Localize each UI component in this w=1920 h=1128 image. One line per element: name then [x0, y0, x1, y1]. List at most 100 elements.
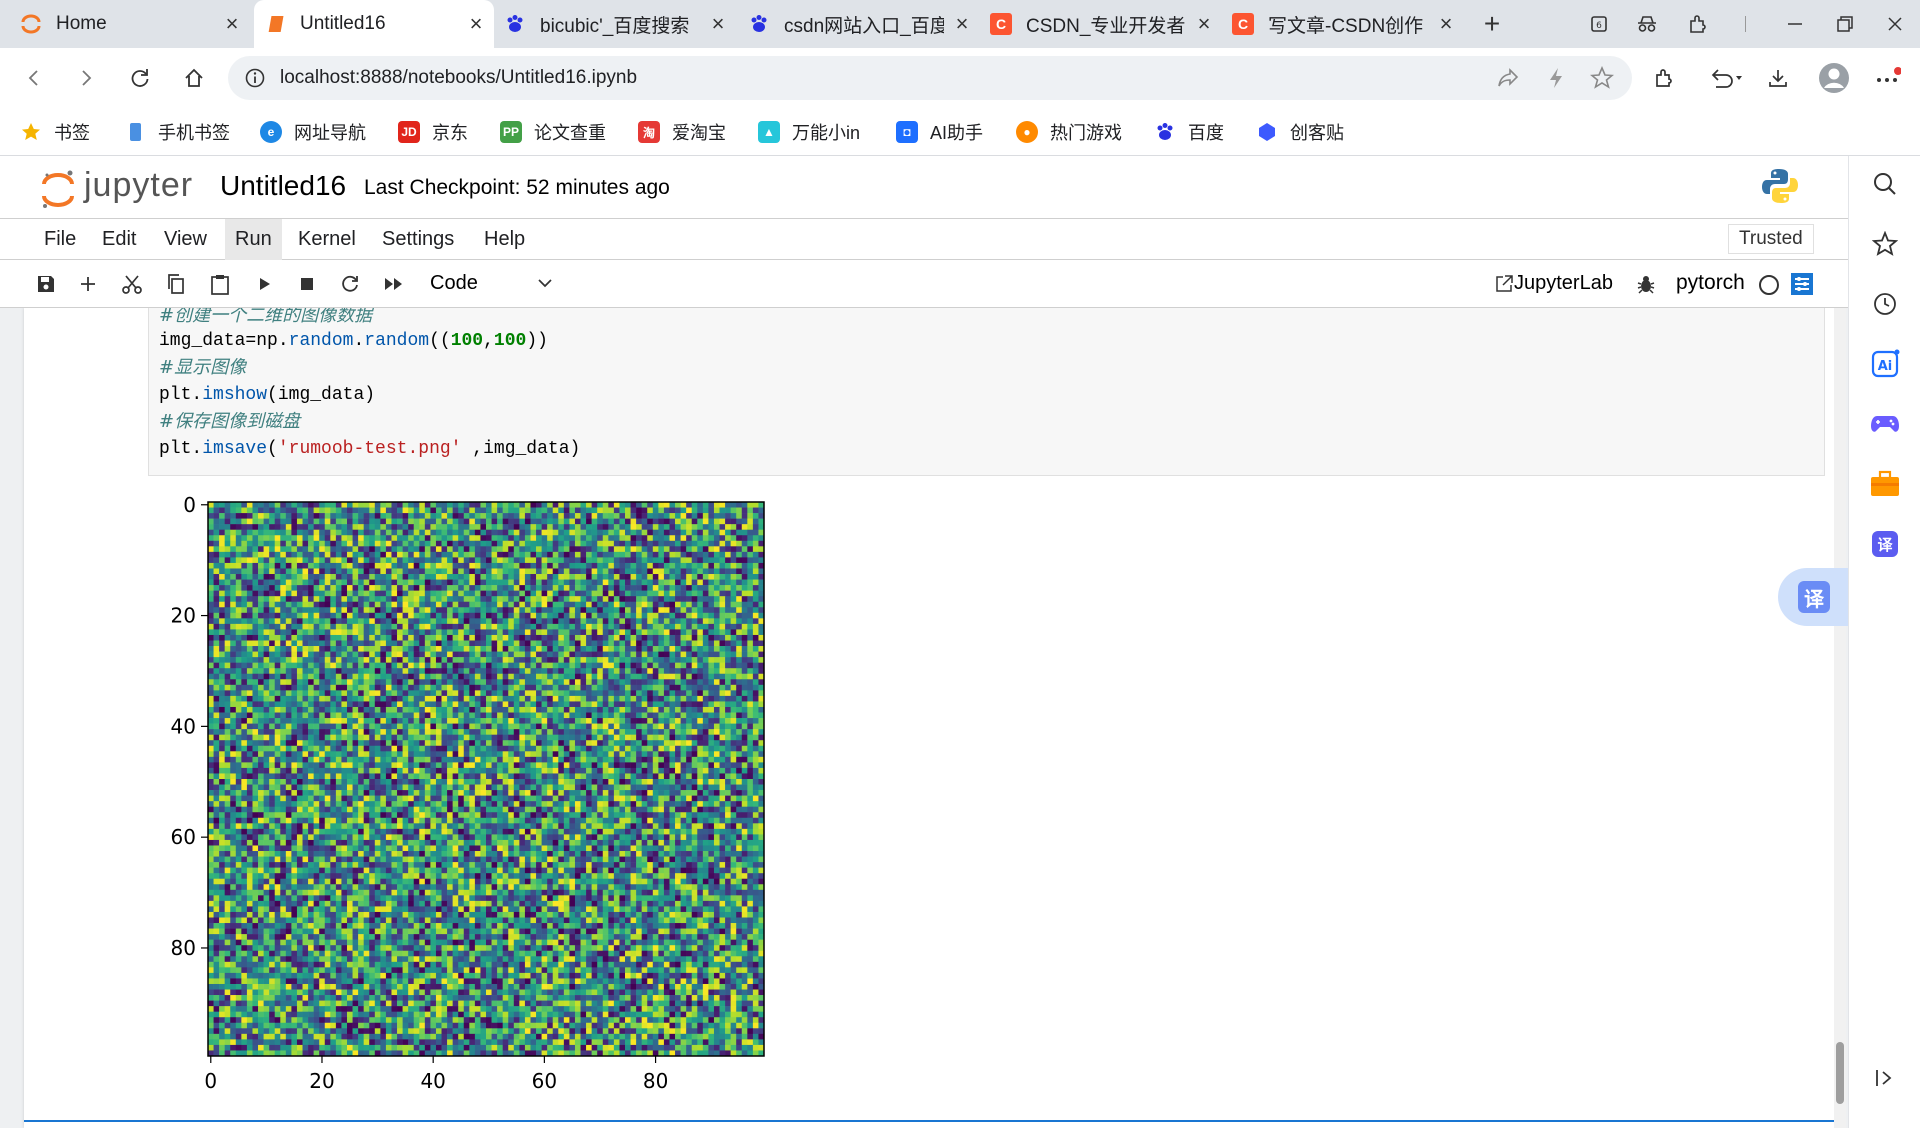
avatar[interactable]: [1816, 60, 1852, 96]
heatmap-cell: [491, 568, 498, 575]
heatmap-cell: [480, 695, 487, 702]
incognito-icon[interactable]: [1632, 10, 1662, 38]
bookmark-ai[interactable]: ◘ AI助手: [896, 119, 983, 145]
close-window-button[interactable]: [1880, 10, 1910, 38]
heatmap-cell: [430, 535, 437, 542]
save-icon[interactable]: [32, 270, 60, 298]
tab-home[interactable]: Home ×: [20, 0, 250, 48]
trusted-indicator[interactable]: Trusted: [1728, 224, 1814, 254]
tab-csdn-write[interactable]: C 写文章-CSDN创作 ×: [1232, 0, 1464, 48]
heatmap-cell: [480, 767, 487, 774]
heatmap-cell: [308, 601, 314, 608]
heatmap-cell: [752, 618, 759, 625]
menu-kernel[interactable]: Kernel: [288, 219, 366, 260]
open-jupyterlab-link[interactable]: JupyterLab: [1494, 272, 1613, 295]
heatmap-cell: [230, 607, 237, 614]
heatmap-cell: [702, 590, 709, 597]
share-icon[interactable]: [1496, 67, 1520, 94]
run-icon[interactable]: [250, 270, 278, 298]
heatmap-cell: [519, 623, 526, 630]
extensions-icon[interactable]: [1646, 60, 1682, 96]
menu-help[interactable]: Help: [474, 219, 535, 260]
close-icon[interactable]: ×: [950, 12, 974, 36]
cut-icon[interactable]: [118, 270, 146, 298]
heatmap-cell: [625, 596, 631, 603]
property-inspector-icon[interactable]: [1790, 272, 1814, 301]
tab-csdn-search[interactable]: csdn网站入口_百度 ×: [748, 0, 980, 48]
lightning-icon[interactable]: [1546, 67, 1566, 94]
heatmap-cell: [424, 601, 431, 608]
bookmark-taobao[interactable]: 淘 爱淘宝: [638, 119, 726, 145]
copy-icon[interactable]: [162, 270, 190, 298]
heatmap-cell: [341, 590, 348, 597]
heatmap-cell: [280, 585, 287, 591]
extensions-icon[interactable]: [1682, 10, 1712, 38]
tab-csdn-home[interactable]: C CSDN_专业开发者 ×: [990, 0, 1222, 48]
url-text[interactable]: localhost:8888/notebooks/Untitled16.ipyn…: [280, 67, 637, 89]
close-icon[interactable]: ×: [220, 12, 244, 36]
stop-icon[interactable]: [293, 270, 321, 298]
new-tab-button[interactable]: +: [1477, 8, 1507, 39]
home-button[interactable]: [176, 60, 212, 96]
undo-close-icon[interactable]: [1704, 60, 1748, 96]
heatmap-cell: [613, 695, 620, 702]
restore-button[interactable]: [1830, 10, 1860, 38]
heatmap-cell: [713, 651, 720, 658]
download-icon[interactable]: [1760, 60, 1796, 96]
bookmark-wanneng[interactable]: ▲ 万能小in: [758, 119, 860, 145]
menu-edit[interactable]: Edit: [92, 219, 146, 260]
notebook-name[interactable]: Untitled16: [220, 170, 346, 202]
tab-count-icon[interactable]: 6: [1584, 10, 1614, 38]
heatmap-cell: [713, 601, 720, 608]
close-icon[interactable]: ×: [1434, 12, 1458, 36]
reload-button[interactable]: [122, 60, 158, 96]
menu-settings[interactable]: Settings: [372, 219, 464, 260]
code-cell-input[interactable]: #创建一个二维的图像数据 img_data=np.random.random((…: [148, 308, 1825, 476]
tab-untitled16[interactable]: Untitled16 ×: [254, 0, 494, 48]
heatmap-cell: [469, 607, 476, 614]
close-icon[interactable]: ×: [1192, 12, 1216, 36]
run-all-icon[interactable]: [380, 270, 408, 298]
bookmark-nav[interactable]: e 网址导航: [260, 119, 366, 145]
minimize-button[interactable]: [1780, 10, 1810, 38]
bookmark-chuangketie[interactable]: 创客贴: [1256, 119, 1344, 145]
close-icon[interactable]: ×: [706, 12, 730, 36]
bookmark-baidu[interactable]: 百度: [1154, 119, 1224, 145]
cell-type-select[interactable]: Code: [420, 268, 560, 300]
more-menu-icon[interactable]: [1870, 60, 1906, 96]
menu-view[interactable]: View: [154, 219, 217, 260]
bookmark-lunwen[interactable]: PP 论文查重: [500, 119, 606, 145]
tab-bicubic-search[interactable]: bicubic'_百度搜索 ×: [504, 0, 736, 48]
bookmark-games[interactable]: ● 热门游戏: [1016, 119, 1122, 145]
back-button[interactable]: [16, 60, 52, 96]
heatmap-cell: [752, 557, 759, 564]
heatmap-cell: [224, 518, 231, 525]
heatmap-cell: [569, 651, 576, 658]
jupyter-logo-text[interactable]: jupyter: [84, 166, 193, 205]
close-icon[interactable]: ×: [464, 12, 488, 36]
bookmark-jd[interactable]: JD 京东: [398, 119, 468, 145]
star-icon[interactable]: [1589, 65, 1615, 95]
add-cell-icon[interactable]: [74, 270, 102, 298]
heatmap-cell: [636, 729, 642, 735]
bookmark-mobile[interactable]: 手机书签: [124, 119, 230, 145]
info-icon[interactable]: [244, 67, 266, 94]
jupyter-logo-icon[interactable]: [40, 168, 76, 215]
heatmap-cell: [630, 751, 637, 758]
heatmap-cell: [586, 502, 592, 508]
heatmap-cell: [463, 623, 470, 630]
menu-file[interactable]: File: [34, 219, 86, 260]
debugger-bug-icon[interactable]: [1632, 270, 1660, 298]
heatmap-cell: [641, 535, 648, 542]
heatmap-cell: [385, 513, 392, 519]
forward-button[interactable]: [68, 60, 104, 96]
restart-icon[interactable]: [336, 270, 364, 298]
heatmap-cell: [569, 618, 576, 625]
kernel-name[interactable]: pytorch: [1676, 271, 1745, 295]
address-bar[interactable]: localhost:8888/notebooks/Untitled16.ipyn…: [228, 56, 1632, 100]
heatmap-cell: [741, 596, 748, 603]
bookmark-shuqian[interactable]: 书签: [20, 119, 90, 145]
paste-icon[interactable]: [206, 270, 234, 298]
heatmap-cell: [474, 684, 481, 691]
menu-run[interactable]: Run: [225, 219, 282, 260]
